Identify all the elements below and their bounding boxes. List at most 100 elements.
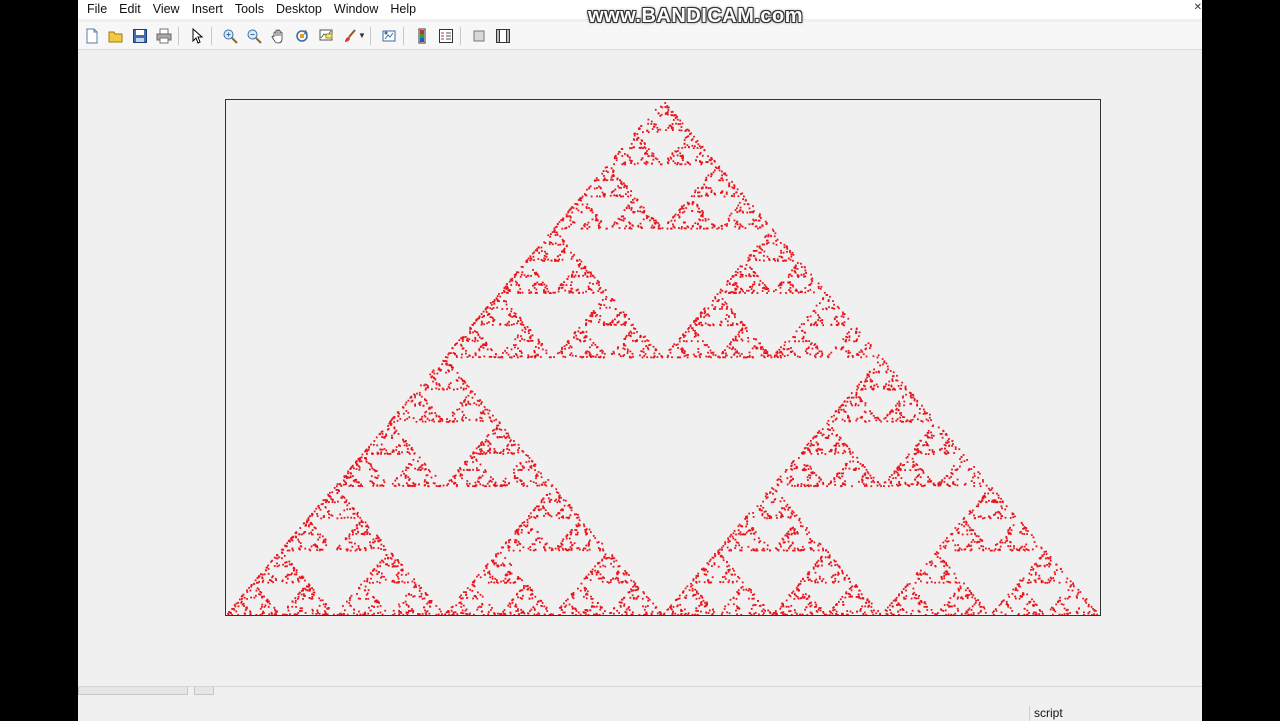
scatter-point (623, 186, 625, 189)
scatter-point (379, 581, 381, 584)
pointer-icon[interactable] (187, 26, 207, 46)
scatter-point (496, 579, 498, 582)
scatter-point (746, 203, 749, 205)
scatter-point (267, 564, 269, 567)
figure-canvas[interactable] (78, 50, 1202, 686)
close-icon[interactable]: ✕ (1194, 2, 1202, 13)
scatter-point (594, 569, 596, 572)
menu-insert[interactable]: Insert (186, 0, 229, 19)
scatter-point (547, 258, 549, 261)
scatter-point (730, 308, 733, 311)
scatter-point (765, 492, 768, 495)
scatter-point (804, 593, 807, 596)
scatter-point (999, 545, 1002, 548)
scatter-point (779, 292, 782, 294)
scatter-point (602, 549, 605, 552)
data-cursor-icon[interactable] (316, 26, 336, 46)
scatter-point (695, 581, 698, 583)
scatter-point (407, 467, 410, 469)
scatter-point (912, 461, 915, 463)
scatter-point (402, 440, 405, 443)
scatter-point (695, 159, 697, 162)
scatter-point (833, 444, 836, 447)
colorbar-icon[interactable] (412, 26, 432, 46)
menu-help[interactable]: Help (384, 0, 422, 19)
scatter-point (579, 613, 582, 615)
scatter-point (1014, 587, 1017, 590)
scatter-point (705, 611, 708, 614)
scatter-point (347, 470, 349, 473)
scatter-point (578, 274, 580, 277)
scatter-point (992, 492, 995, 495)
menu-edit[interactable]: Edit (113, 0, 147, 19)
chevron-down-icon[interactable]: ▼ (358, 31, 366, 40)
scatter-point (282, 563, 284, 566)
scatter-point (1055, 563, 1058, 566)
scatter-point (420, 395, 423, 398)
scatter-point (350, 594, 353, 597)
scatter-point (677, 162, 679, 164)
scatter-point (474, 338, 477, 341)
scatter-point (902, 420, 904, 423)
scatter-point (460, 337, 462, 339)
scatter-point (959, 465, 961, 468)
scatter-point (299, 545, 302, 548)
scatter-point (913, 596, 916, 599)
show-plot-tools-icon[interactable] (493, 26, 513, 46)
legend-icon[interactable] (436, 26, 456, 46)
zoom-in-icon[interactable] (220, 26, 240, 46)
hide-plot-tools-icon[interactable] (469, 26, 489, 46)
scatter-point (849, 453, 852, 455)
scatter-point (643, 608, 646, 611)
scatter-point (906, 461, 909, 463)
menu-window[interactable]: Window (328, 0, 384, 19)
scatter-point (893, 472, 896, 475)
scatter-point (587, 545, 590, 547)
scatter-point (324, 610, 326, 613)
scatter-point (733, 187, 736, 190)
new-figure-icon[interactable] (82, 26, 102, 46)
save-icon[interactable] (130, 26, 150, 46)
scatter-point (957, 589, 960, 592)
scatter-point (291, 600, 294, 603)
open-file-icon[interactable] (106, 26, 126, 46)
menu-file[interactable]: File (81, 0, 113, 19)
scatter-point (565, 213, 568, 216)
scatter-point (977, 476, 980, 479)
print-icon[interactable] (154, 26, 174, 46)
scatter-point (959, 587, 962, 590)
menu-desktop[interactable]: Desktop (270, 0, 328, 19)
scatter-point (650, 154, 653, 157)
scatter-point (694, 319, 697, 321)
scatter-point (709, 324, 712, 327)
scatter-point (747, 337, 749, 339)
scatter-point (360, 583, 362, 586)
brush-icon[interactable] (340, 26, 360, 46)
scatter-point (805, 606, 808, 609)
zoom-out-icon[interactable] (244, 26, 264, 46)
scatter-point (682, 207, 685, 210)
link-plot-icon[interactable] (379, 26, 399, 46)
scatter-point (480, 448, 483, 451)
scatter-point (951, 605, 953, 608)
pan-icon[interactable] (268, 26, 288, 46)
scatter-point (295, 569, 298, 572)
menu-view[interactable]: View (147, 0, 186, 19)
scatter-point (591, 211, 594, 214)
menu-tools[interactable]: Tools (229, 0, 270, 19)
scatter-point (375, 537, 378, 540)
scatter-point (678, 209, 681, 211)
scatter-point (515, 610, 518, 612)
scatter-point (558, 549, 561, 552)
scatter-point (520, 319, 522, 322)
scatter-point (510, 572, 513, 575)
scatter-point (975, 535, 978, 537)
scatter-point (805, 529, 807, 531)
scatter-point (669, 156, 672, 159)
rotate-3d-icon[interactable] (292, 26, 312, 46)
scatter-point (475, 452, 478, 455)
scatter-point (493, 419, 496, 422)
scatter-point (726, 320, 729, 323)
scatter-point (569, 216, 572, 219)
plot-axes[interactable] (225, 99, 1101, 616)
